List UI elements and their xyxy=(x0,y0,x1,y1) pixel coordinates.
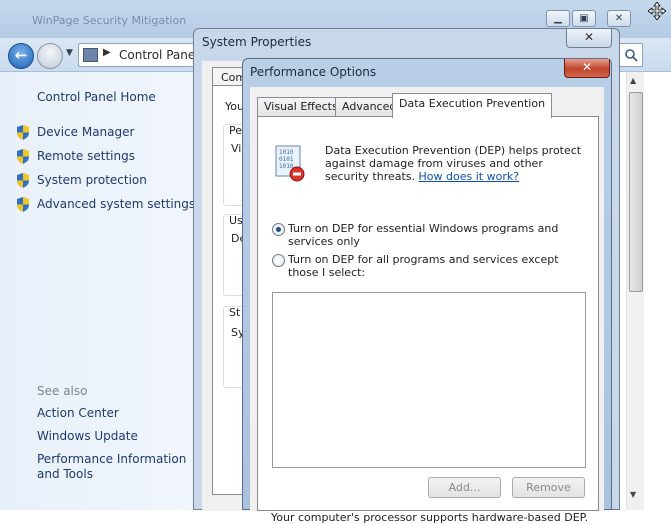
windows-update-link[interactable]: Windows Update xyxy=(37,429,197,444)
control-panel-home-link[interactable]: Control Panel Home xyxy=(37,90,156,104)
dialog-title: System Properties xyxy=(202,35,312,49)
sidebar-item-label: System protection xyxy=(37,173,147,187)
performance-information-link[interactable]: Performance Information and Tools xyxy=(37,452,197,482)
performance-options-dialog: Performance Options ✕ Visual Effects Adv… xyxy=(242,58,612,524)
svg-text:0101: 0101 xyxy=(279,156,294,163)
action-center-link[interactable]: Action Center xyxy=(37,406,197,421)
vertical-scrollbar[interactable]: ▲ ▼ xyxy=(626,72,644,510)
sidebar-item-label: Remote settings xyxy=(37,149,135,163)
uac-shield-icon xyxy=(17,197,29,212)
back-button[interactable]: ← xyxy=(8,43,34,69)
uac-shield-icon xyxy=(17,125,29,140)
startup-group-label: St xyxy=(229,306,241,319)
uac-shield-icon xyxy=(17,173,29,188)
search-button[interactable] xyxy=(619,43,643,67)
hardware-dep-note: Your computer's processor supports hardw… xyxy=(271,511,589,524)
tab-data-execution-prevention[interactable]: Data Execution Prevention xyxy=(392,93,553,118)
svg-text:1010: 1010 xyxy=(279,149,294,156)
close-button[interactable]: ✕ xyxy=(564,59,610,78)
tab-strip: Visual Effects Advanced Data Execution P… xyxy=(257,93,597,118)
dialog-title: Performance Options xyxy=(250,65,377,79)
dep-all-programs-label[interactable]: Turn on DEP for all programs and service… xyxy=(288,253,583,279)
dep-essential-radio[interactable] xyxy=(272,223,285,236)
dep-essential-label[interactable]: Turn on DEP for essential Windows progra… xyxy=(288,222,583,248)
search-icon xyxy=(625,49,638,62)
scroll-up-icon[interactable]: ▲ xyxy=(630,76,636,85)
move-cursor-icon xyxy=(648,2,666,20)
dep-description: Data Execution Prevention (DEP) helps pr… xyxy=(325,144,587,183)
how-does-it-work-link[interactable]: How does it work? xyxy=(419,170,520,183)
remove-button[interactable]: Remove xyxy=(512,477,585,498)
sidebar-item-label: Device Manager xyxy=(37,125,135,139)
user-profiles-group-label: Us xyxy=(229,214,243,227)
scrollbar-thumb[interactable] xyxy=(629,92,643,292)
scroll-down-icon[interactable]: ▼ xyxy=(630,490,636,499)
maximize-button[interactable]: ▣ xyxy=(572,10,596,27)
forward-button[interactable] xyxy=(37,43,63,69)
exception-program-list[interactable] xyxy=(272,292,586,468)
dialog-body: Visual Effects Advanced Data Execution P… xyxy=(250,87,604,524)
minimize-button[interactable]: ▁ xyxy=(546,10,570,27)
breadcrumb-control-panel[interactable]: Control Panel xyxy=(119,48,199,62)
sidebar: Control Panel Home Device Manager Remote… xyxy=(0,72,200,510)
breadcrumb-arrow-icon[interactable]: ▶ xyxy=(103,47,111,58)
control-panel-icon xyxy=(83,48,98,62)
add-button[interactable]: Add... xyxy=(428,477,501,498)
close-window-button[interactable]: ✕ xyxy=(607,10,631,27)
dep-all-programs-radio[interactable] xyxy=(272,254,285,267)
dep-icon: 1010 0101 1010 xyxy=(275,145,305,182)
performance-group-label: Pe xyxy=(229,124,243,137)
recent-pages-dropdown-icon[interactable]: ▼ xyxy=(66,48,73,58)
tab-visual-effects[interactable]: Visual Effects xyxy=(257,97,345,117)
see-also-heading: See also xyxy=(37,384,88,398)
close-button[interactable]: ✕ xyxy=(566,29,612,48)
dep-tab-panel: 1010 0101 1010 Data Execution Prevention… xyxy=(257,116,599,524)
sidebar-item-label: Advanced system settings xyxy=(37,197,196,211)
window-title: WinPage Security Mitigation xyxy=(32,14,187,27)
uac-shield-icon xyxy=(17,149,29,164)
